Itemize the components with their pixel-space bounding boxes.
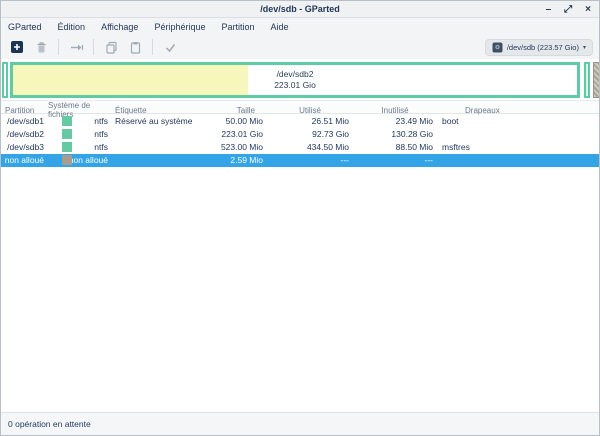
menu-aide[interactable]: Aide [268,21,292,33]
cell-size: 223.01 Gio [181,129,267,139]
cell-flags: msftres [437,142,599,152]
device-selector-value: /dev/sdb (223.57 Gio) [507,43,579,52]
cell-used: 434.50 Mio [267,142,353,152]
cell-partition: /dev/sdb1 [1,116,48,126]
cell-size: 523.00 Mio [181,142,267,152]
filesystem-color-swatch [62,142,72,152]
menu-partition[interactable]: Partition [218,21,257,33]
header-used[interactable]: Utilisé [267,106,353,115]
resize-arrow-icon [69,41,84,54]
chevron-down-icon: ▾ [583,44,586,51]
new-partition-button[interactable] [5,37,29,57]
toolbar-separator [58,39,59,55]
copy-icon [105,41,118,54]
titlebar: /dev/sdb - GParted – ⤢ × [1,1,599,18]
table-row[interactable]: /dev/sdb3 ntfs 523.00 Mio 434.50 Mio 88.… [1,141,599,154]
cell-used: 26.51 Mio [267,116,353,126]
cell-partition: /dev/sdb3 [1,142,48,152]
pending-operations-text: 0 opération en attente [8,419,91,429]
close-button[interactable]: × [585,5,591,15]
window-controls: – ⤢ × [546,1,591,18]
toolbar-separator [152,39,153,55]
table-row[interactable]: /dev/sdb1 ntfs Réservé au système 50.00 … [1,114,599,127]
trash-icon [35,41,48,54]
toolbar: /dev/sdb (223.57 Gio) ▾ [1,35,599,59]
disk-segment-sdb2[interactable]: /dev/sdb2 223.01 Gio [10,62,580,98]
cell-partition: non alloué [1,155,48,165]
table-row[interactable]: /dev/sdb2 ntfs 223.01 Gio 92.73 Gio 130.… [1,127,599,140]
cell-filesystem: non alloué [48,155,111,165]
cell-unused: 23.49 Mio [353,116,437,126]
menu-gparted[interactable]: GParted [5,21,45,33]
menu-edition[interactable]: Édition [55,21,89,33]
menu-peripherique[interactable]: Périphérique [151,21,208,33]
segment-label: /dev/sdb2 223.01 Gio [274,69,316,91]
cell-unused: 88.50 Mio [353,142,437,152]
cell-size: 2.59 Mio [181,155,267,165]
cell-size: 50.00 Mio [181,116,267,126]
delete-partition-button[interactable] [29,37,53,57]
restore-button[interactable]: ⤢ [564,5,572,15]
cell-label: Réservé au système [111,116,181,126]
used-space-fill [13,65,248,95]
status-bar: 0 opération en attente [1,412,599,435]
partition-table: Partition Système de fichiers Étiquette … [1,100,599,167]
header-label[interactable]: Étiquette [111,106,181,115]
cell-filesystem: ntfs [48,116,111,126]
disk-segment-sdb1[interactable] [2,62,8,98]
header-flags[interactable]: Drapeaux [437,106,599,115]
header-unused[interactable]: Inutilisé [353,106,437,115]
table-header-row: Partition Système de fichiers Étiquette … [1,100,599,114]
harddisk-icon [492,42,503,53]
cell-filesystem: ntfs [48,142,111,152]
filesystem-color-swatch [62,116,72,126]
cell-partition: /dev/sdb2 [1,129,48,139]
device-selector[interactable]: /dev/sdb (223.57 Gio) ▾ [485,39,593,56]
cell-flags: boot [437,116,599,126]
check-icon [164,41,177,54]
table-row-selected[interactable]: non alloué non alloué 2.59 Mio --- --- [1,154,599,167]
cell-used: --- [267,155,353,165]
minimize-button[interactable]: – [546,5,552,15]
header-partition[interactable]: Partition [1,106,48,115]
cell-filesystem: ntfs [48,129,111,139]
disk-segment-sdb3[interactable] [584,62,590,98]
filesystem-color-swatch [62,129,72,139]
cell-unused: 130.28 Gio [353,129,437,139]
filesystem-color-swatch [62,155,72,165]
disk-visual: /dev/sdb2 223.01 Gio [1,59,599,100]
menubar: GParted Édition Affichage Périphérique P… [1,18,599,35]
menu-affichage[interactable]: Affichage [98,21,141,33]
header-size[interactable]: Taille [181,106,267,115]
window-title: /dev/sdb - GParted [1,4,599,14]
paste-icon [129,41,142,54]
toolbar-separator [93,39,94,55]
gparted-window: /dev/sdb - GParted – ⤢ × GParted Édition… [0,0,600,436]
cell-unused: --- [353,155,437,165]
paste-partition-button[interactable] [123,37,147,57]
new-partition-icon [10,40,24,54]
disk-segment-unallocated[interactable] [593,62,600,98]
apply-operations-button[interactable] [158,37,182,57]
empty-area [1,167,599,412]
cell-used: 92.73 Gio [267,129,353,139]
resize-move-button[interactable] [64,37,88,57]
copy-partition-button[interactable] [99,37,123,57]
